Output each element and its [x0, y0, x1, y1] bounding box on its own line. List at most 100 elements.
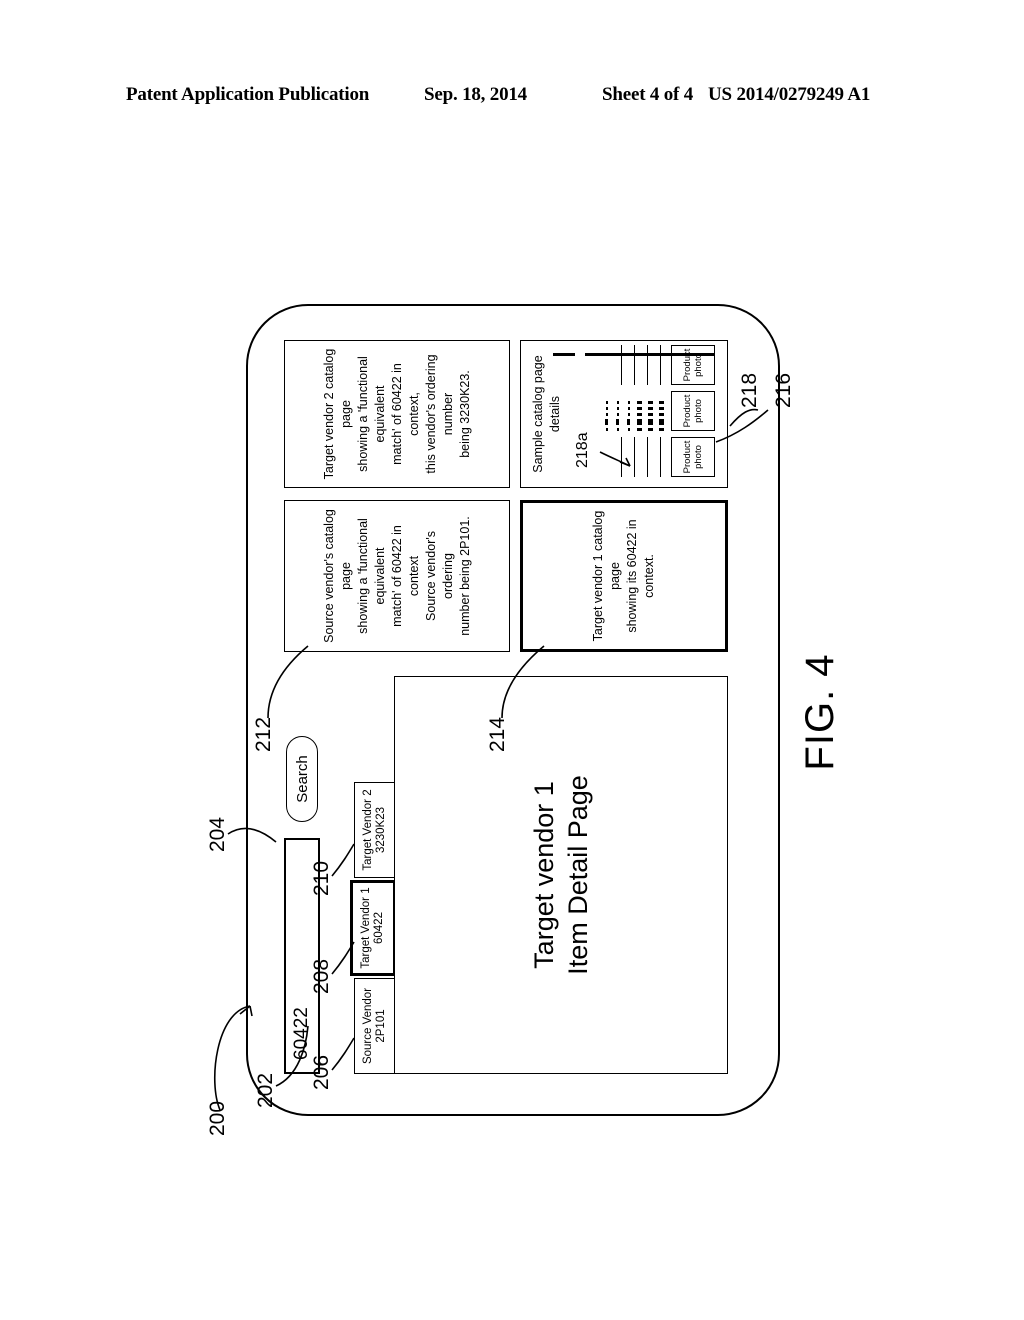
spec-segment [616, 401, 619, 404]
product-photo-label-line1: Product [682, 440, 693, 474]
spec-segment [616, 428, 619, 431]
spec-segment [648, 428, 653, 431]
item-detail-panel-line1: Target vendor 1 [529, 781, 559, 969]
spec-row-highlighted [648, 391, 653, 431]
tab-source-vendor-line1: Source Vendor [362, 987, 374, 1065]
catalog-column-3: Product photo [579, 345, 715, 385]
text-rule [647, 345, 648, 385]
catalog-separator-main [585, 353, 715, 356]
spec-row [627, 391, 630, 431]
publication-header-sheet: Sheet 4 of 4 [602, 84, 694, 105]
spec-segment-highlight [648, 419, 653, 425]
tab-target-vendor-1-line1: Target Vendor 1 [360, 887, 372, 969]
text-rule [660, 437, 661, 477]
spec-segment [659, 407, 664, 410]
tab-target-vendor-2-line2: 3230K23 [375, 806, 387, 854]
source-vendor-catalog-line-3: match' of 60422 in context [389, 525, 421, 627]
product-photo-label-line2: photo [693, 445, 704, 469]
spec-segment [637, 428, 642, 431]
spec-segment [627, 413, 630, 416]
item-detail-panel: Target vendor 1 Item Detail Page [394, 676, 728, 1074]
text-rule [634, 437, 635, 477]
search-input-value: 60422 [291, 1007, 312, 1060]
source-vendor-catalog-line-5: number being 2P101. [457, 516, 472, 636]
spec-segment [605, 428, 608, 431]
publication-header-date: Sep. 18, 2014 [424, 84, 527, 105]
vendor-tab-strip: Source Vendor 2P101 Target Vendor 1 6042… [350, 780, 396, 1074]
text-rule [634, 345, 635, 385]
publication-header-title: Patent Application Publication [126, 84, 370, 105]
catalog-column-3-text-lines [579, 345, 667, 385]
product-photo-label-line2: photo [693, 353, 704, 377]
catalog-separator-top [553, 353, 575, 356]
target-vendor-2-catalog-line-3: match' of 60422 in context, [389, 363, 421, 465]
tab-target-vendor-1[interactable]: Target Vendor 1 60422 [350, 880, 396, 976]
spec-segment [637, 407, 642, 410]
item-detail-panel-line2: Item Detail Page [563, 775, 593, 975]
product-photo-placeholder: Product photo [671, 345, 715, 385]
spec-segment [605, 401, 608, 404]
catalog-column-1-text-lines [579, 437, 667, 477]
spec-segment [659, 428, 664, 431]
search-button[interactable]: Search [286, 736, 318, 822]
catalog-column-2: Product photo [579, 391, 715, 431]
spec-segment [605, 419, 608, 425]
tab-target-vendor-1-line2: 60422 [373, 912, 385, 944]
ref-214: 214 [486, 716, 509, 752]
source-vendor-catalog-panel[interactable]: Source vendor's catalog page showing a '… [284, 500, 510, 652]
text-rule [660, 345, 661, 385]
spec-segment [659, 401, 664, 404]
target-vendor-2-catalog-line-4: this vendor's ordering number [423, 354, 455, 474]
text-rule [647, 437, 648, 477]
spec-segment [605, 413, 608, 416]
catalog-column-2-text-lines [579, 391, 667, 431]
target-vendor-1-catalog-panel[interactable]: Target vendor 1 catalog page showing its… [520, 500, 728, 652]
text-rule [621, 345, 622, 385]
spec-segment [627, 407, 630, 410]
ref-202: 202 [254, 1072, 277, 1108]
target-vendor-2-catalog-line-5: being 3230K23. [457, 370, 472, 458]
spec-segment [616, 419, 619, 425]
target-vendor-2-catalog-line-2: showing a 'functional equivalent [355, 356, 387, 472]
target-vendor-2-catalog-panel[interactable]: Target vendor 2 catalog page showing a '… [284, 340, 510, 488]
target-vendor-1-catalog-line-1: Target vendor 1 catalog page [591, 510, 622, 642]
spec-segment-highlight [637, 419, 642, 425]
spec-row [616, 391, 619, 431]
source-vendor-catalog-line-1: Source vendor's catalog page [321, 509, 353, 643]
spec-segment [648, 401, 653, 404]
ref-200: 200 [206, 1100, 229, 1136]
spec-segment [616, 407, 619, 410]
ref-216: 216 [772, 372, 795, 408]
spec-segment [605, 407, 608, 410]
ref-206: 206 [310, 1054, 333, 1090]
product-photo-label-line1: Product [682, 394, 693, 428]
figure-4-drawing: 60422 Search Source Vendor 2P101 Target … [202, 272, 842, 1152]
target-vendor-1-catalog-line-2: showing its 60422 in context. [625, 519, 656, 633]
spec-row-highlighted [659, 391, 664, 431]
sample-catalog-details-panel[interactable]: Sample catalog page details Product phot… [520, 340, 728, 488]
text-rule [621, 437, 622, 477]
spec-segment [627, 419, 630, 425]
tab-target-vendor-2[interactable]: Target Vendor 2 3230K23 [354, 782, 396, 878]
product-photo-label-line2: photo [693, 399, 704, 423]
publication-header-number: US 2014/0279249 A1 [708, 84, 871, 105]
ref-212: 212 [252, 716, 275, 752]
ref-208: 208 [310, 958, 333, 994]
tab-target-vendor-2-line1: Target Vendor 2 [362, 789, 374, 871]
source-vendor-catalog-line-2: showing a 'functional equivalent [355, 518, 387, 634]
spec-segment [659, 413, 664, 416]
spec-row-highlighted [637, 391, 642, 431]
spec-segment [627, 401, 630, 404]
spec-segment [637, 413, 642, 416]
publication-header: Patent Application Publication Sep. 18, … [0, 84, 1024, 114]
spec-segment [648, 413, 653, 416]
product-photo-placeholder: Product photo [671, 391, 715, 431]
catalog-column-1: Product photo [579, 437, 715, 477]
spec-segment-highlight [659, 419, 664, 425]
tab-source-vendor-line2: 2P101 [375, 1009, 387, 1043]
figure-caption: FIG. 4 [798, 653, 842, 771]
target-vendor-2-catalog-line-1: Target vendor 2 catalog page [321, 348, 353, 480]
product-photo-placeholder: Product photo [671, 437, 715, 477]
tab-source-vendor[interactable]: Source Vendor 2P101 [354, 978, 396, 1074]
ref-218: 218 [738, 372, 761, 408]
